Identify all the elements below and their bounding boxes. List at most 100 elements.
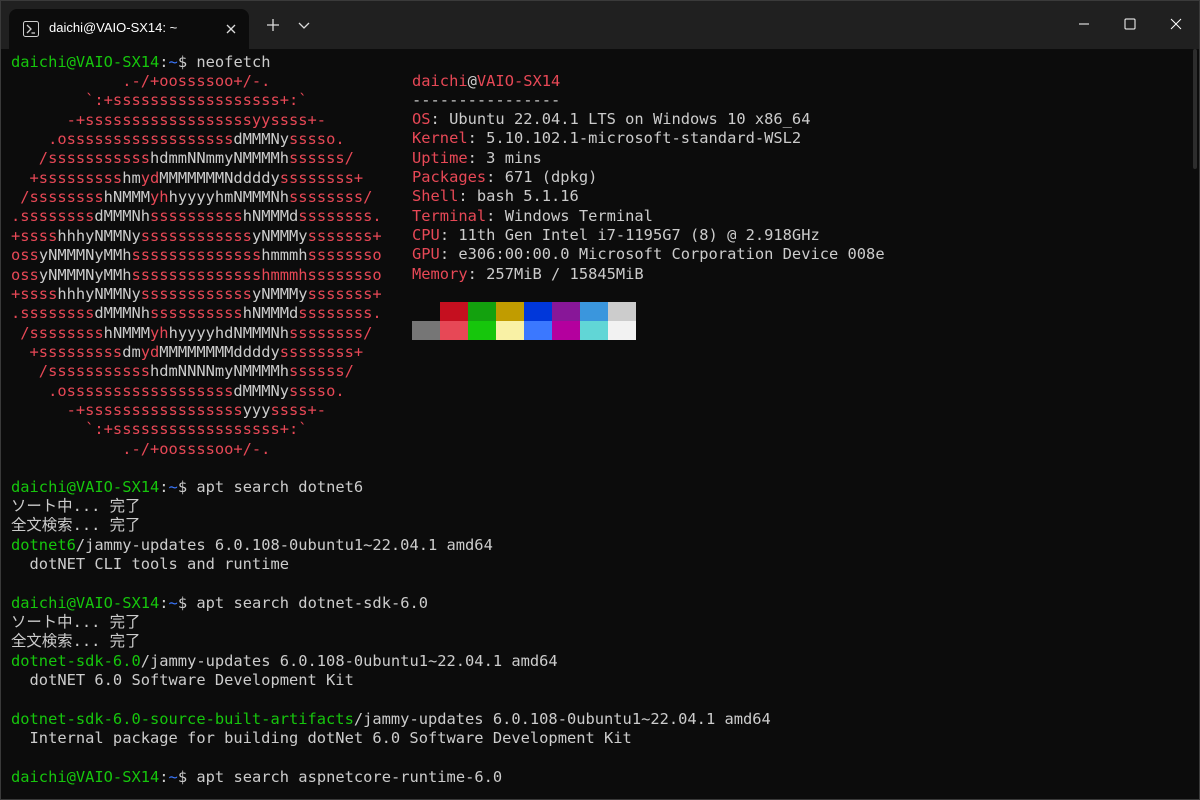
neofetch-separator: ----------------	[412, 91, 561, 109]
info-line: Uptime: 3 mins	[412, 148, 542, 167]
tab-active[interactable]: daichi@VAIO-SX14: ~	[9, 9, 249, 49]
prompt-line: daichi@VAIO-SX14:~$ apt search dotnet-sd…	[11, 594, 429, 612]
minimize-icon[interactable]	[1061, 9, 1107, 39]
logo-line: ossyNMMMNyMMhsssssssssssssshmmmhssssssso	[11, 246, 382, 265]
palette-swatch	[412, 302, 440, 321]
output-sorting: ソート中... 完了	[11, 613, 141, 631]
package-description: dotNET CLI tools and runtime	[11, 555, 289, 573]
prompt-line: daichi@VAIO-SX14:~$ apt search dotnet6	[11, 478, 364, 496]
logo-line: /sssssssshNMMMyhhyyyyhmNMMMNhssssssss/	[11, 188, 373, 207]
logo-line: /sssssssshNMMMyhhyyyyhdNMMMNhssssssss/	[11, 323, 373, 342]
info-label: Kernel	[412, 129, 468, 148]
info-value: 3 mins	[486, 148, 542, 167]
info-value: 257MiB / 15845MiB	[486, 264, 644, 283]
info-label: GPU	[412, 245, 440, 264]
palette-swatch	[552, 321, 580, 340]
window-close-icon[interactable]	[1153, 9, 1199, 39]
palette-swatch	[608, 321, 636, 340]
command-text: apt search aspnetcore-runtime-6.0	[196, 768, 503, 786]
close-tab-icon[interactable]	[221, 19, 241, 39]
prompt-path: ~	[168, 53, 178, 71]
command-text: apt search dotnet-sdk-6.0	[196, 594, 429, 612]
output-sorting: ソート中... 完了	[11, 497, 141, 515]
palette-swatch	[552, 302, 580, 321]
package-name: dotnet-sdk-6.0-source-built-artifacts	[11, 710, 354, 728]
info-line: OS: Ubuntu 22.04.1 LTS on Windows 10 x86…	[412, 110, 811, 128]
info-line: CPU: 11th Gen Intel i7-1195G7 (8) @ 2.91…	[412, 226, 820, 245]
package-description: Internal package for building dotNet 6.0…	[11, 729, 632, 747]
logo-line: .ossssssssssssssssssdMMMNysssso.	[11, 130, 345, 149]
logo-line: .ossssssssssssssssssdMMMNysssso.	[11, 381, 345, 400]
package-line: dotnet6/jammy-updates 6.0.108-0ubuntu1~2…	[11, 536, 493, 554]
palette-swatch	[580, 321, 608, 340]
neofetch-header: daichi@VAIO-SX14	[412, 72, 561, 90]
logo-line: .ssssssssdMMMNhsssssssssshNMMMdssssssss.	[11, 207, 382, 226]
logo-line: .-/+oossssoo+/-.	[11, 439, 271, 458]
powershell-icon	[23, 21, 39, 37]
info-value: Windows Terminal	[504, 206, 653, 225]
logo-line: +sssssssssdmydMMMMMMMMddddyssssssss+	[11, 342, 364, 361]
command-text: apt search dotnet6	[196, 478, 364, 496]
output-fulltext: 全文検索... 完了	[11, 632, 141, 650]
package-description: dotNET 6.0 Software Development Kit	[11, 671, 354, 689]
prompt-user-host: daichi@VAIO-SX14	[11, 53, 160, 71]
terminal-area[interactable]: daichi@VAIO-SX14:~$ neofetch .-/+oosssso…	[1, 49, 1199, 799]
info-label: Memory	[412, 264, 468, 283]
logo-line: +sssshhhyNMMNyssssssssssssyNMMMysssssss+	[11, 226, 382, 245]
palette-swatch	[524, 302, 552, 321]
logo-line: -+ssssssssssssssssssyyssss+-	[11, 110, 327, 129]
info-label: Terminal	[412, 206, 487, 225]
logo-line: /ssssssssssshdmNNNNmyNMMMMhssssss/	[11, 362, 354, 381]
info-value: 5.10.102.1-microsoft-standard-WSL2	[486, 129, 802, 148]
scrollbar-thumb[interactable]	[1193, 49, 1197, 169]
info-line: Memory: 257MiB / 15845MiB	[412, 264, 644, 283]
logo-line: /ssssssssssshdmmNNmmyNMMMMhssssss/	[11, 149, 354, 168]
info-line: Kernel: 5.10.102.1-microsoft-standard-WS…	[412, 129, 802, 148]
info-line: Shell: bash 5.1.16	[412, 187, 579, 206]
info-line: Terminal: Windows Terminal	[412, 206, 653, 225]
palette-swatch	[496, 302, 524, 321]
package-line: dotnet-sdk-6.0-source-built-artifacts/ja…	[11, 710, 771, 728]
package-name: dotnet6	[11, 536, 76, 554]
palette-swatch	[524, 321, 552, 340]
info-line: Packages: 671 (dpkg)	[412, 168, 598, 187]
new-tab-plus-icon[interactable]	[263, 15, 283, 35]
palette-swatch	[468, 302, 496, 321]
logo-line: `:+ssssssssssssssssss+:`	[11, 91, 308, 110]
info-value: 671 (dpkg)	[504, 168, 598, 187]
logo-line: +ssssssssshmydMMMMMMMNddddyssssssss+	[11, 168, 364, 187]
info-value: bash 5.1.16	[476, 187, 579, 206]
palette-swatch	[468, 321, 496, 340]
terminal-window: daichi@VAIO-SX14: ~ daichi@VAIO-SX14:~$ …	[0, 0, 1200, 800]
logo-line: ossyNMMMNyMMhsssssssssssssshmmmhssssssso	[11, 265, 382, 284]
logo-line: .ssssssssdMMMNhsssssssssshNMMMdssssssss.	[11, 304, 382, 323]
palette-swatch	[608, 302, 636, 321]
prompt-line: daichi@VAIO-SX14:~$ apt search aspnetcor…	[11, 768, 503, 786]
prompt-line: daichi@VAIO-SX14:~$ neofetch	[11, 53, 271, 71]
title-bar: daichi@VAIO-SX14: ~	[1, 1, 1199, 49]
logo-line: `:+ssssssssssssssssss+:`	[11, 420, 308, 439]
palette-swatch	[580, 302, 608, 321]
command-text: neofetch	[196, 53, 271, 71]
info-label: OS	[412, 110, 431, 128]
chevron-down-icon[interactable]	[295, 15, 313, 35]
tab-title: daichi@VAIO-SX14: ~	[49, 20, 178, 35]
info-label: CPU	[412, 226, 440, 245]
output-fulltext: 全文検索... 完了	[11, 516, 141, 534]
logo-line: +sssshhhyNMMNyssssssssssssyNMMMysssssss+	[11, 284, 382, 303]
palette-swatch	[440, 302, 468, 321]
info-label: Shell	[412, 187, 459, 206]
logo-line: -+sssssssssssssssssyyyssss+-	[11, 400, 327, 419]
info-label: Uptime	[412, 148, 468, 167]
info-value: Ubuntu 22.04.1 LTS on Windows 10 x86_64	[449, 110, 811, 128]
info-line: GPU: e306:00:00.0 Microsoft Corporation …	[412, 245, 885, 264]
maximize-icon[interactable]	[1107, 9, 1153, 39]
package-name: dotnet-sdk-6.0	[11, 652, 141, 670]
logo-line: .-/+oossssoo+/-.	[11, 72, 271, 90]
palette-swatch	[496, 321, 524, 340]
info-label: Packages	[412, 168, 487, 187]
palette-swatch	[440, 321, 468, 340]
info-value: 11th Gen Intel i7-1195G7 (8) @ 2.918GHz	[458, 226, 820, 245]
package-line: dotnet-sdk-6.0/jammy-updates 6.0.108-0ub…	[11, 652, 558, 670]
info-value: e306:00:00.0 Microsoft Corporation Devic…	[458, 245, 885, 264]
